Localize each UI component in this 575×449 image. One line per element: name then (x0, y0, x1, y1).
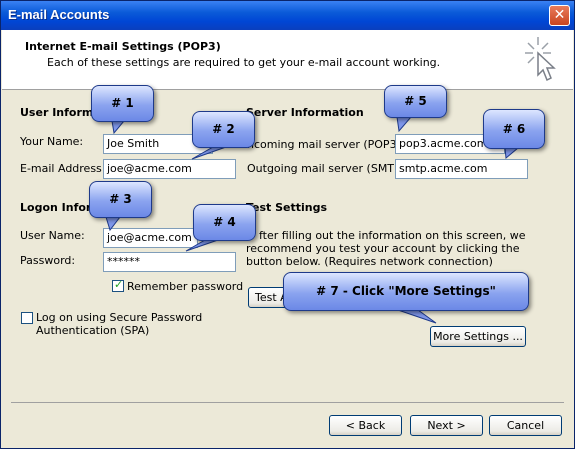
title-bar[interactable]: E-mail Accounts ✕ (1, 1, 574, 30)
next-button[interactable]: Next > (410, 415, 483, 436)
server-info-heading: Server Information (246, 106, 364, 119)
spa-checkbox[interactable] (21, 312, 33, 324)
callout-3: # 3 (89, 181, 152, 218)
cancel-button[interactable]: Cancel (489, 415, 562, 436)
test-settings-heading: Test Settings (246, 201, 328, 214)
test-settings-text-1: fter filling out the information on this… (259, 229, 526, 242)
test-account-settings-button[interactable]: Test A (248, 287, 288, 308)
setup-wizard-icon (525, 37, 556, 82)
user-name-field[interactable]: joe@acme.com (103, 228, 198, 248)
callout-5: # 5 (384, 85, 447, 118)
spa-label-line2: Authentication (SPA) (36, 324, 150, 337)
user-info-heading: User Informa (20, 106, 101, 119)
header-subtitle: Each of these settings are required to g… (47, 56, 441, 69)
email-accounts-window: E-mail Accounts ✕ Internet E-mail Settin… (0, 0, 575, 449)
incoming-server-label: ncoming mail server (POP3): (247, 138, 405, 151)
remember-password-checkbox[interactable] (112, 278, 124, 292)
callout-2: # 2 (192, 111, 255, 148)
header-panel: Internet E-mail Settings (POP3) Each of … (2, 30, 573, 90)
header-title: Internet E-mail Settings (POP3) (25, 40, 221, 53)
spa-label-line1: Log on using Secure Password (36, 311, 203, 324)
callout-7: # 7 - Click "More Settings" (283, 272, 529, 311)
outgoing-server-label: Outgoing mail server (SMTP): (247, 162, 409, 175)
back-button[interactable]: < Back (329, 415, 402, 436)
remember-password-label: Remember password (127, 280, 244, 293)
footer-divider (11, 402, 564, 403)
password-label: Password: (20, 254, 76, 267)
user-name-label: User Name: (20, 229, 85, 242)
outgoing-server-field[interactable]: smtp.acme.com (395, 159, 528, 179)
callout-6: # 6 (483, 109, 545, 149)
callout-1: # 1 (91, 85, 154, 122)
email-address-label: E-mail Address: (20, 162, 106, 175)
window-title: E-mail Accounts (8, 7, 110, 22)
email-address-field[interactable]: joe@acme.com (103, 159, 236, 179)
password-field[interactable]: ****** (103, 252, 236, 272)
callout-4: # 4 (193, 204, 256, 241)
test-settings-text-3: button below. (Requires network connecti… (246, 255, 493, 268)
test-settings-text-2: recommend you test your account by click… (246, 242, 520, 255)
more-settings-button[interactable]: More Settings ... (430, 326, 526, 347)
your-name-label: Your Name: (20, 135, 84, 148)
close-button[interactable]: ✕ (549, 5, 570, 26)
